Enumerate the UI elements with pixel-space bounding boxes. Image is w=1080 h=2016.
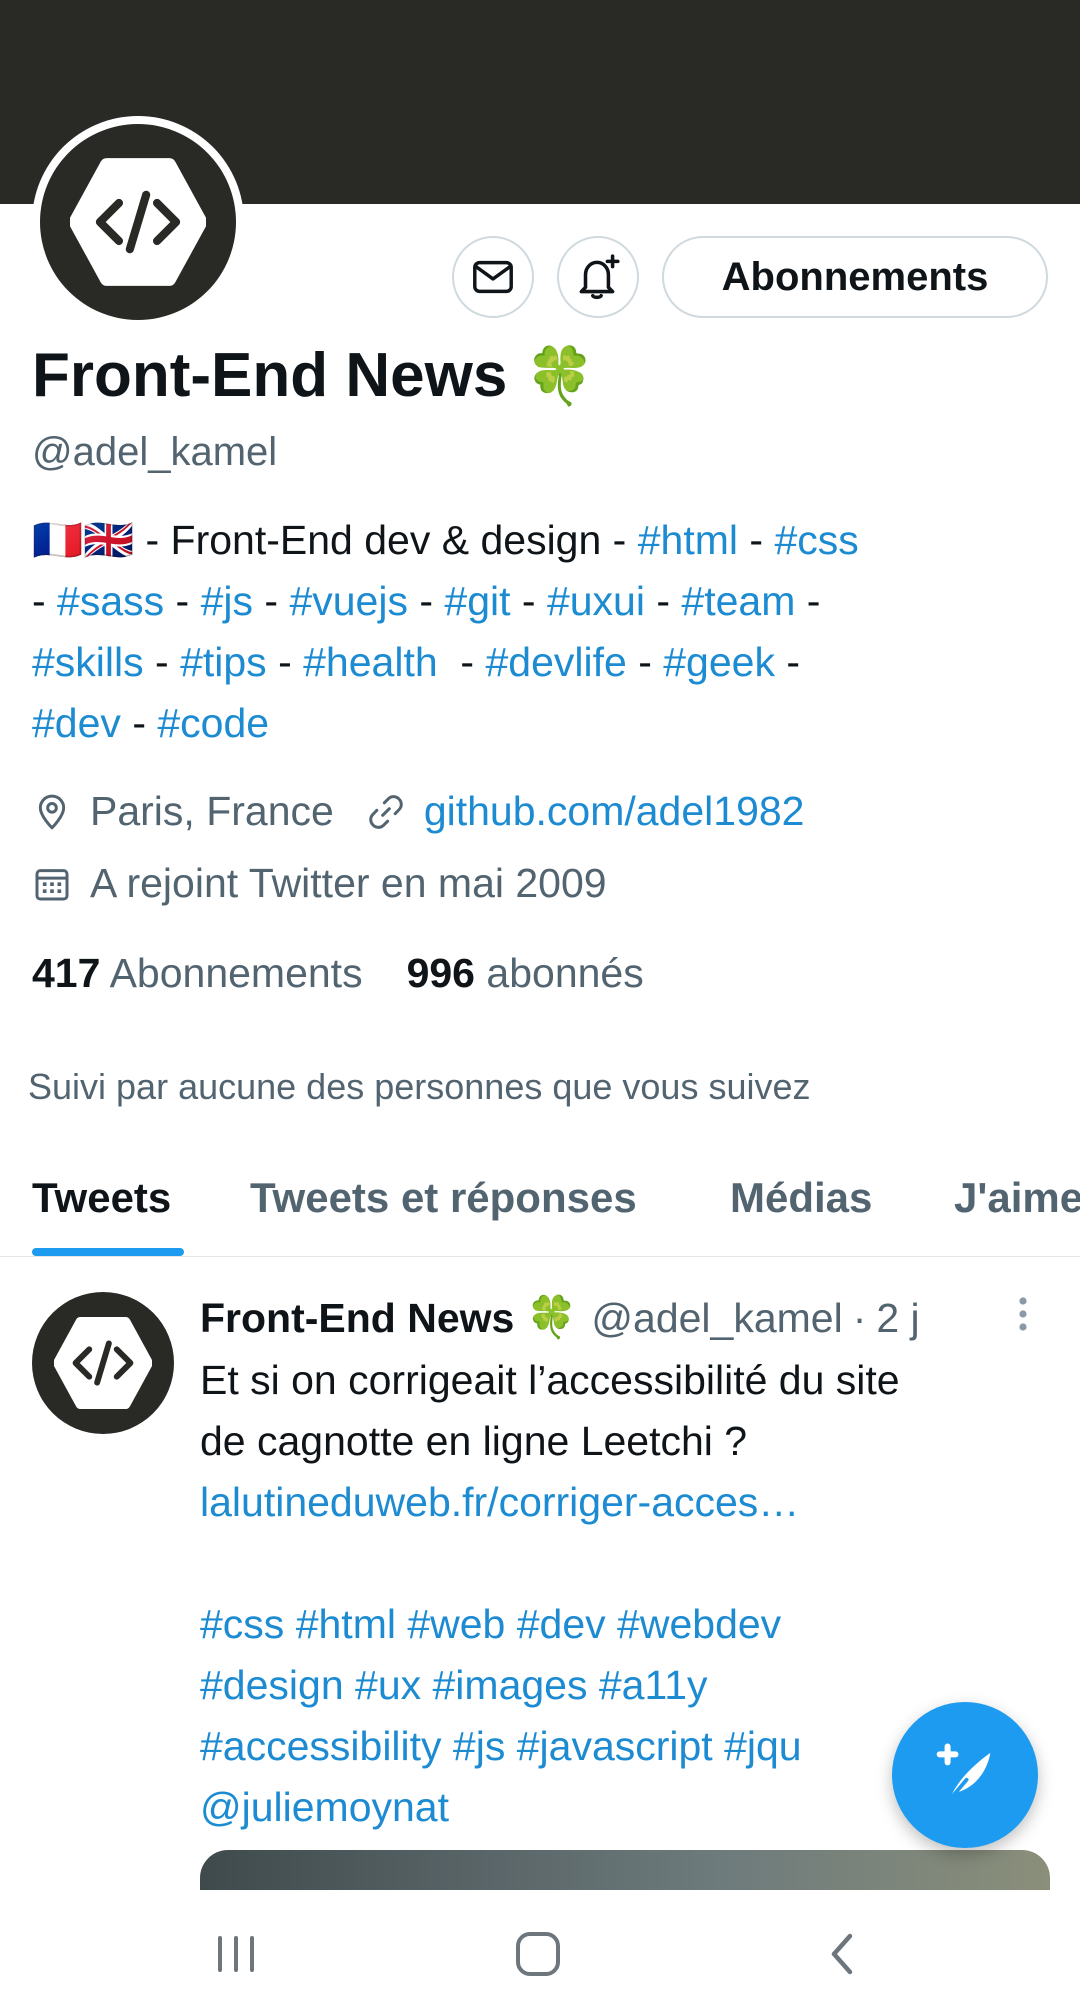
notifications-button[interactable] xyxy=(557,236,639,318)
profile-avatar[interactable] xyxy=(32,116,244,328)
clover-emoji: 🍀 xyxy=(525,343,596,407)
profile-meta-joined: A rejoint Twitter en mai 2009 xyxy=(32,860,607,907)
following-stat[interactable]: 417 Abonnements xyxy=(32,950,363,997)
following-count: 417 xyxy=(32,950,101,996)
tweet-text-line: de cagnotte en ligne Leetchi ? xyxy=(200,1418,748,1464)
hashtag-link[interactable]: #team xyxy=(681,578,795,624)
hashtag-link[interactable]: #skills xyxy=(32,639,144,685)
tweet-media-preview[interactable] xyxy=(200,1850,1050,1890)
hashtag-link[interactable]: #css xyxy=(774,517,858,563)
location-pin-icon xyxy=(38,794,66,829)
home-icon xyxy=(516,1932,560,1976)
bio-text: - Front-End dev & design - xyxy=(134,517,638,563)
tweet-time[interactable]: 2 j xyxy=(876,1295,919,1342)
profile-location: Paris, France xyxy=(90,788,334,834)
code-hexagon-icon xyxy=(54,1316,152,1410)
hashtag-link[interactable]: #tips xyxy=(180,639,267,685)
nav-recents-button[interactable] xyxy=(206,1926,266,1982)
profile-meta-location-website: Paris, France github.com/adel1982 xyxy=(32,788,804,835)
profile-stats: 417 Abonnements 996 abonnés xyxy=(32,950,644,997)
bell-plus-icon xyxy=(579,254,620,300)
profile-bio: 🇫🇷🇬🇧 - Front-End dev & design - #html - … xyxy=(32,517,859,746)
tweet-separator: · xyxy=(852,1294,867,1341)
tweet-header: Front-End News 🍀 @adel_kamel · 2 j xyxy=(200,1294,920,1342)
tweet-text-line: Et si on corrigeait l’accessibilité du s… xyxy=(200,1357,900,1403)
profile-tabs: Tweets Tweets et réponses Médias J'aime xyxy=(0,1140,1080,1257)
tweet-author-name[interactable]: Front-End News xyxy=(200,1295,514,1342)
calendar-icon xyxy=(35,868,69,900)
tweet-hashtags[interactable]: #design #ux #images #a11y xyxy=(200,1655,1060,1716)
tab-likes[interactable]: J'aime xyxy=(954,1174,1080,1222)
message-button[interactable] xyxy=(452,236,534,318)
android-navigation-bar xyxy=(0,1890,1080,2016)
followers-stat[interactable]: 996 abonnés xyxy=(407,950,644,997)
followed-by-text: Suivi par aucune des personnes que vous … xyxy=(28,1066,811,1107)
profile-joined-date: A rejoint Twitter en mai 2009 xyxy=(90,860,607,906)
recents-icon xyxy=(218,1936,254,1972)
vertical-dots-icon[interactable] xyxy=(1018,1296,1028,1336)
hashtag-link[interactable]: #sass xyxy=(57,578,164,624)
tab-tweets-and-replies[interactable]: Tweets et réponses xyxy=(250,1174,637,1222)
hashtag-link[interactable]: #code xyxy=(157,700,269,746)
back-icon xyxy=(831,1933,853,1975)
feather-plus-icon xyxy=(936,1743,991,1803)
bio-flags: 🇫🇷🇬🇧 xyxy=(32,517,135,563)
hashtag-link[interactable]: #devlife xyxy=(485,639,626,685)
hashtag-link[interactable]: #html xyxy=(638,517,738,563)
tweet-hashtags[interactable]: #css #html #web #dev #webdev xyxy=(200,1594,1060,1655)
following-label: Abonnements xyxy=(109,950,363,996)
profile-name: Front-End News 🍀 xyxy=(32,340,595,411)
compose-tweet-button[interactable] xyxy=(892,1702,1038,1848)
following-button[interactable]: Abonnements xyxy=(662,236,1048,318)
avatar-image xyxy=(40,124,236,320)
code-hexagon-icon xyxy=(70,158,206,286)
link-icon xyxy=(369,794,403,829)
tab-tweets[interactable]: Tweets xyxy=(32,1174,171,1222)
profile-handle: @adel_kamel xyxy=(32,430,278,474)
profile-name-text: Front-End News xyxy=(32,341,508,410)
hashtag-link[interactable]: #dev xyxy=(32,700,121,746)
profile-website-link[interactable]: github.com/adel1982 xyxy=(424,788,805,835)
tab-media[interactable]: Médias xyxy=(730,1174,872,1222)
hashtag-link[interactable]: #git xyxy=(444,578,510,624)
followers-count: 996 xyxy=(406,950,475,996)
envelope-icon xyxy=(473,260,513,294)
hashtag-link[interactable]: #geek xyxy=(663,639,775,685)
clover-emoji: 🍀 xyxy=(526,1294,578,1340)
tweet-link[interactable]: lalutineduweb.fr/corriger-acces… xyxy=(200,1472,1060,1533)
followers-label: abonnés xyxy=(486,950,644,996)
hashtag-link[interactable]: #js xyxy=(201,578,253,624)
nav-home-button[interactable] xyxy=(508,1926,568,1982)
active-tab-indicator xyxy=(32,1248,184,1256)
nav-back-button[interactable] xyxy=(812,1926,872,1982)
tweet-author-avatar[interactable] xyxy=(32,1292,174,1434)
hashtag-link[interactable]: #health xyxy=(303,639,438,685)
tweet-author-handle[interactable]: @adel_kamel xyxy=(591,1295,842,1342)
hashtag-link[interactable]: #uxui xyxy=(547,578,645,624)
hashtag-link[interactable]: #vuejs xyxy=(289,578,408,624)
